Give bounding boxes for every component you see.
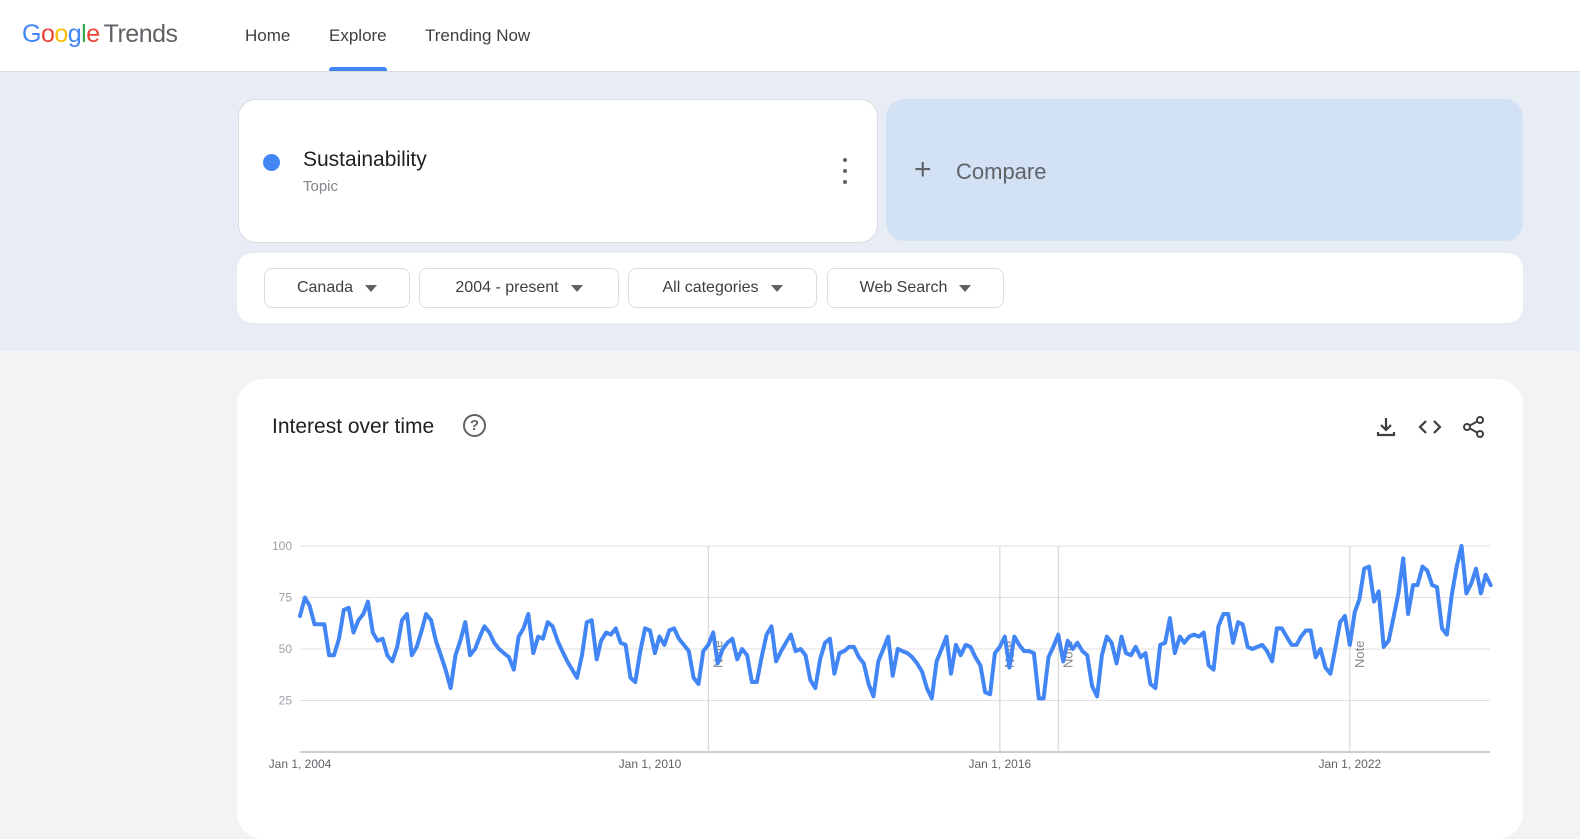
property-filter[interactable]: Web Search bbox=[827, 268, 1004, 308]
search-term-name[interactable]: Sustainability bbox=[303, 148, 427, 172]
plus-icon: + bbox=[914, 153, 932, 186]
category-filter[interactable]: All categories bbox=[628, 268, 817, 308]
top-bar: Google Trends Home Explore Trending Now bbox=[0, 0, 1580, 72]
embed-code-icon[interactable] bbox=[1417, 414, 1443, 440]
region-filter[interactable]: Canada bbox=[264, 268, 410, 308]
search-term-card[interactable]: Sustainability Topic bbox=[238, 99, 878, 243]
help-circle-icon[interactable]: ? bbox=[463, 414, 486, 437]
more-vert-icon[interactable] bbox=[835, 158, 855, 184]
logo-letter: g bbox=[67, 20, 82, 48]
period-filter-label: 2004 - present bbox=[455, 279, 559, 296]
category-filter-label: All categories bbox=[662, 279, 759, 296]
compare-label: Compare bbox=[956, 159, 1047, 184]
dropdown-arrow-icon bbox=[570, 284, 583, 292]
dropdown-arrow-icon bbox=[959, 284, 972, 292]
logo-letter: G bbox=[22, 20, 41, 48]
compare-button[interactable]: + Compare bbox=[886, 99, 1523, 241]
logo-trends-text: Trends bbox=[103, 20, 178, 48]
period-filter[interactable]: 2004 - present bbox=[419, 268, 619, 308]
dropdown-arrow-icon bbox=[365, 284, 378, 292]
chart-title: Interest over time bbox=[272, 415, 435, 438]
region-filter-label: Canada bbox=[296, 279, 354, 296]
filter-bar: Canada 2004 - present All categories Web… bbox=[237, 253, 1523, 323]
logo-letter: e bbox=[86, 20, 100, 48]
search-term-type: Topic bbox=[303, 178, 339, 195]
interest-over-time-card: Interest over time ? bbox=[237, 379, 1523, 839]
nav-explore[interactable]: Explore bbox=[329, 0, 387, 71]
dropdown-arrow-icon bbox=[770, 284, 783, 292]
share-icon[interactable] bbox=[1461, 414, 1487, 440]
google-trends-logo[interactable]: Google Trends bbox=[22, 20, 178, 49]
logo-letter: o bbox=[40, 20, 55, 48]
download-icon[interactable] bbox=[1373, 414, 1399, 440]
series-color-dot bbox=[263, 154, 280, 171]
logo-letter: o bbox=[54, 20, 68, 48]
nav-trending-now[interactable]: Trending Now bbox=[425, 0, 530, 71]
property-filter-label: Web Search bbox=[859, 279, 948, 296]
nav-home[interactable]: Home bbox=[245, 0, 290, 71]
